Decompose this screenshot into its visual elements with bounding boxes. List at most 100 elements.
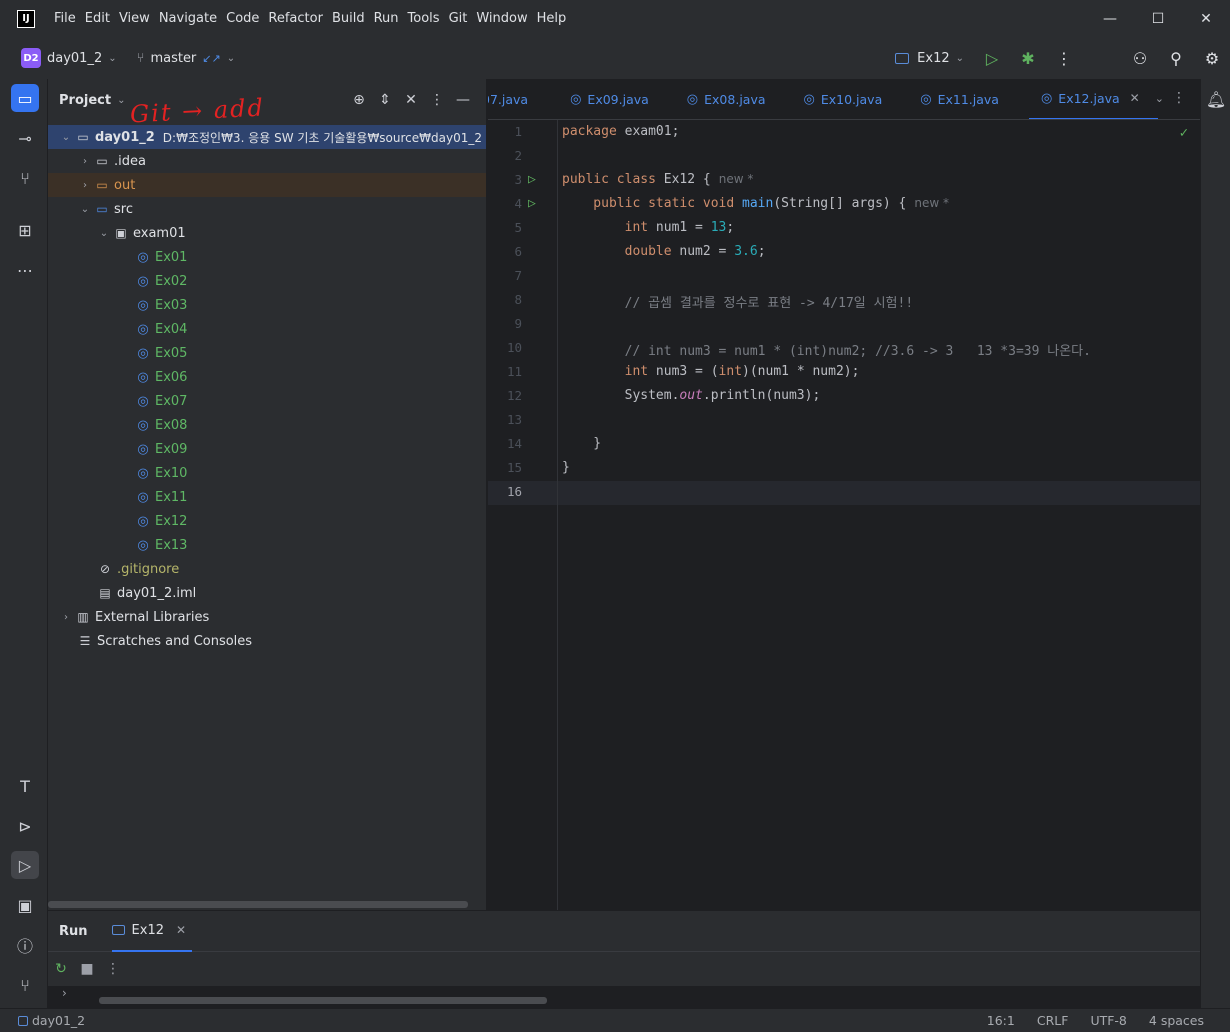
tab-ex08[interactable]: ◎ Ex08.java (687, 79, 804, 119)
tree-class-ex03[interactable]: ◎ Ex03 (48, 293, 486, 317)
tree-external-libraries[interactable]: › ▥ External Libraries (48, 605, 486, 629)
menu-window[interactable]: Window (476, 11, 527, 26)
rerun-icon[interactable]: ↻ (48, 961, 74, 977)
chevron-down-icon[interactable]: ⌄ (1155, 92, 1164, 105)
tree-class-ex10[interactable]: ◎ Ex10 (48, 461, 486, 485)
indent-setting[interactable]: 4 spaces (1149, 1013, 1204, 1028)
structure-icon[interactable]: ⊞ (11, 216, 39, 244)
codevision-hint[interactable]: new * (914, 196, 949, 210)
project-view-selector[interactable]: Project (59, 93, 111, 108)
expand-all-icon[interactable]: ⇕ (372, 92, 398, 108)
tab-ex07[interactable]: 07.java (488, 79, 546, 119)
tab-ex09[interactable]: ◎ Ex09.java (546, 79, 687, 119)
caret-position[interactable]: 16:1 (987, 1013, 1015, 1028)
tab-ex12[interactable]: ◎ Ex12.java ✕ (1028, 79, 1158, 119)
project-badge-icon[interactable]: D2 (21, 48, 41, 68)
tree-file-gitignore[interactable]: ⊘ .gitignore (48, 557, 486, 581)
tree-root-day01_2[interactable]: ⌄ ▭ day01_2 D:₩조정인₩3. 응용 SW 기초 기술활용₩sour… (48, 125, 486, 149)
tree-folder-out[interactable]: › ▭ out (48, 173, 486, 197)
add-user-icon[interactable]: ⚇ (1122, 49, 1158, 68)
close-tab-icon[interactable]: ✕ (1130, 91, 1140, 105)
tree-class-ex05[interactable]: ◎ Ex05 (48, 341, 486, 365)
project-selector[interactable]: day01_2 (47, 51, 102, 66)
menu-help[interactable]: Help (537, 11, 567, 26)
codevision-hint[interactable]: new * (719, 172, 754, 186)
problems-icon[interactable]: ⓘ (11, 931, 39, 959)
run-gutter-icon[interactable]: ▷ (528, 196, 536, 211)
code-editor[interactable]: 1 2 3 4 5 6 7 8 9 10 11 12 13 14 15 16 ▷… (488, 120, 1200, 910)
menu-code[interactable]: Code (226, 11, 259, 26)
more-vert-icon[interactable]: ⋮ (1172, 90, 1186, 106)
chevron-down-icon[interactable]: ⌄ (227, 53, 235, 64)
notifications-bell-icon[interactable]: 🔔︎ (1204, 85, 1228, 113)
tree-class-ex11[interactable]: ◎ Ex11 (48, 485, 486, 509)
stop-icon[interactable]: ■ (74, 961, 100, 977)
chevron-down-icon[interactable]: ⌄ (77, 204, 93, 215)
services-icon[interactable]: ⊳ (11, 812, 39, 840)
file-encoding[interactable]: UTF-8 (1090, 1013, 1126, 1028)
menu-file[interactable]: File (54, 11, 76, 26)
menu-build[interactable]: Build (332, 11, 365, 26)
tree-class-ex02[interactable]: ◎ Ex02 (48, 269, 486, 293)
menu-view[interactable]: View (119, 11, 150, 26)
collapse-all-icon[interactable]: ✕ (398, 92, 424, 108)
tree-class-ex09[interactable]: ◎ Ex09 (48, 437, 486, 461)
chevron-right-icon[interactable]: › (77, 180, 93, 191)
tree-class-ex06[interactable]: ◎ Ex06 (48, 365, 486, 389)
chevron-down-icon[interactable]: ⌄ (108, 53, 116, 64)
run-config-selector[interactable]: Ex12 (917, 51, 949, 66)
menu-run[interactable]: Run (374, 11, 399, 26)
horizontal-scrollbar[interactable] (48, 901, 468, 908)
horizontal-scrollbar[interactable] (99, 997, 547, 1004)
menu-navigate[interactable]: Navigate (159, 11, 217, 26)
tree-folder-src[interactable]: ⌄ ▭ src (48, 197, 486, 221)
menu-edit[interactable]: Edit (85, 11, 110, 26)
more-vert-icon[interactable]: ⋮ (1046, 49, 1082, 68)
tree-class-ex12[interactable]: ◎ Ex12 (48, 509, 486, 533)
tree-class-ex01[interactable]: ◎ Ex01 (48, 245, 486, 269)
git-icon[interactable]: ⑂ (11, 971, 39, 999)
more-vert-icon[interactable]: ⋮ (100, 961, 126, 977)
menu-tools[interactable]: Tools (408, 11, 440, 26)
close-window-button[interactable]: ✕ (1182, 0, 1230, 37)
tab-ex10[interactable]: ◎ Ex10.java (804, 79, 921, 119)
chevron-down-icon[interactable]: ⌄ (956, 53, 964, 64)
status-project[interactable]: day01_2 (32, 1013, 85, 1028)
tree-class-ex07[interactable]: ◎ Ex07 (48, 389, 486, 413)
commit-icon[interactable]: ⊸ (11, 124, 39, 152)
no-problems-check-icon[interactable]: ✓ (1180, 125, 1188, 141)
settings-gear-icon[interactable]: ⚙ (1194, 49, 1230, 68)
run-tab-ex12[interactable]: Ex12 ✕ (111, 911, 193, 952)
tree-scratches[interactable]: ☰ Scratches and Consoles (48, 629, 486, 653)
search-icon[interactable]: ⚲ (1158, 49, 1194, 68)
tree-class-ex04[interactable]: ◎ Ex04 (48, 317, 486, 341)
chevron-right-icon[interactable]: › (77, 156, 93, 167)
tree-class-ex08[interactable]: ◎ Ex08 (48, 413, 486, 437)
hide-panel-icon[interactable]: — (450, 92, 476, 108)
minimize-button[interactable]: — (1086, 0, 1134, 37)
run-icon[interactable]: ▷ (974, 49, 1010, 68)
menu-refactor[interactable]: Refactor (268, 11, 323, 26)
close-tab-icon[interactable]: ✕ (176, 923, 186, 937)
tree-folder-idea[interactable]: › ▭ .idea (48, 149, 486, 173)
project-tool-icon[interactable]: ▭ (11, 84, 39, 112)
chevron-right-icon[interactable]: › (62, 986, 67, 1000)
chevron-down-icon[interactable]: ⌄ (96, 228, 112, 239)
run-tool-icon[interactable]: ▷ (11, 851, 39, 879)
menu-git[interactable]: Git (449, 11, 468, 26)
pull-requests-icon[interactable]: ⑂ (11, 164, 39, 192)
intellij-logo-icon[interactable]: IJ (17, 9, 35, 28)
maximize-button[interactable]: ☐ (1134, 0, 1182, 37)
chevron-down-icon[interactable]: ⌄ (58, 132, 74, 143)
options-icon[interactable]: ⋮ (424, 92, 450, 108)
chevron-right-icon[interactable]: › (58, 612, 74, 623)
tree-package-exam01[interactable]: ⌄ ▣ exam01 (48, 221, 486, 245)
terminal-icon[interactable]: ▣ (11, 891, 39, 919)
build-hammer-icon[interactable]: T (11, 772, 39, 800)
chevron-down-icon[interactable]: ⌄ (117, 95, 125, 106)
branch-selector[interactable]: master (150, 51, 196, 66)
run-console[interactable]: › (48, 986, 1200, 1009)
tree-class-ex13[interactable]: ◎ Ex13 (48, 533, 486, 557)
line-separator[interactable]: CRLF (1037, 1013, 1069, 1028)
run-gutter-icon[interactable]: ▷ (528, 172, 536, 187)
